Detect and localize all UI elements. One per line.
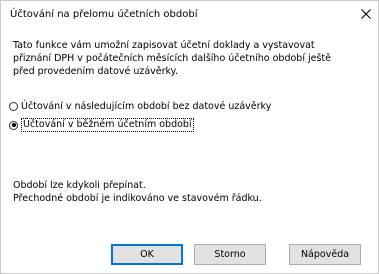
close-button[interactable] bbox=[354, 1, 378, 27]
radio-label-next-period: Účtování v následujícím období bez datov… bbox=[21, 100, 272, 112]
description-line-2: přiznání DPH v počátečních měsících dalš… bbox=[13, 53, 331, 64]
radio-option-current-period[interactable]: Účtování v běžném účetním období bbox=[9, 118, 194, 132]
description-line-1: Tato funkce vám umožní zapisovat účetní … bbox=[13, 40, 315, 51]
help-button[interactable]: Nápověda bbox=[289, 244, 361, 265]
close-icon bbox=[361, 9, 371, 19]
cancel-button[interactable]: Storno bbox=[194, 244, 266, 265]
note-text: Období lze kdykoli přepínat. Přechodné o… bbox=[13, 179, 262, 205]
radio-option-next-period[interactable]: Účtování v následujícím období bez datov… bbox=[9, 99, 271, 113]
dialog-title: Účtování na přelomu účetních období bbox=[10, 9, 198, 20]
radio-label-current-period: Účtování v běžném účetním období bbox=[21, 118, 194, 132]
ok-button[interactable]: OK bbox=[111, 244, 183, 265]
description-line-3: před provedením datové uzávěrky. bbox=[13, 66, 178, 77]
note-line-2: Přechodné období je indikováno ve stavov… bbox=[13, 193, 262, 204]
radio-button-checked[interactable] bbox=[9, 120, 18, 130]
title-bar[interactable]: Účtování na přelomu účetních období bbox=[1, 1, 378, 29]
note-line-1: Období lze kdykoli přepínat. bbox=[13, 180, 146, 191]
radio-button-unchecked[interactable] bbox=[9, 101, 18, 111]
description-text: Tato funkce vám umožní zapisovat účetní … bbox=[13, 39, 358, 78]
dialog-window: Účtování na přelomu účetních období Tato… bbox=[0, 0, 379, 274]
